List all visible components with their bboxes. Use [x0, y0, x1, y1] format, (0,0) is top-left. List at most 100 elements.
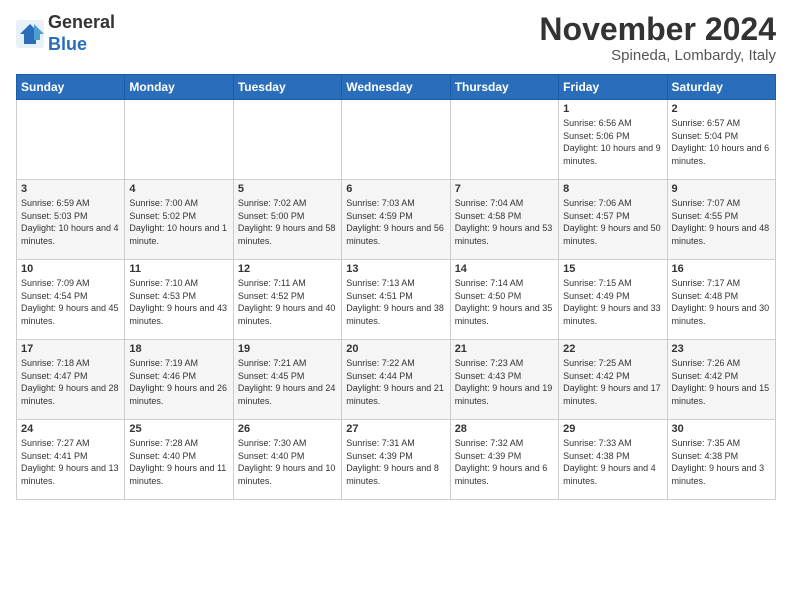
- day-info: Sunrise: 7:10 AM Sunset: 4:53 PM Dayligh…: [129, 277, 228, 327]
- calendar-week-row: 24 Sunrise: 7:27 AM Sunset: 4:41 PM Dayli…: [17, 420, 776, 500]
- weekday-header: Thursday: [450, 75, 558, 100]
- location: Spineda, Lombardy, Italy: [539, 47, 776, 64]
- day-number: 21: [455, 343, 554, 355]
- weekday-header: Monday: [125, 75, 233, 100]
- month-title: November 2024: [539, 12, 776, 47]
- day-number: 3: [21, 183, 120, 195]
- day-info: Sunrise: 7:00 AM Sunset: 5:02 PM Dayligh…: [129, 197, 228, 247]
- day-number: 10: [21, 263, 120, 275]
- day-number: 23: [672, 343, 771, 355]
- calendar-cell: 23 Sunrise: 7:26 AM Sunset: 4:42 PM Dayli…: [667, 340, 775, 420]
- day-info: Sunrise: 7:21 AM Sunset: 4:45 PM Dayligh…: [238, 357, 337, 407]
- day-number: 17: [21, 343, 120, 355]
- calendar-cell: [450, 100, 558, 180]
- calendar-cell: 8 Sunrise: 7:06 AM Sunset: 4:57 PM Daylig…: [559, 180, 667, 260]
- weekday-header: Saturday: [667, 75, 775, 100]
- calendar-week-row: 17 Sunrise: 7:18 AM Sunset: 4:47 PM Dayli…: [17, 340, 776, 420]
- day-info: Sunrise: 7:32 AM Sunset: 4:39 PM Dayligh…: [455, 437, 554, 487]
- day-info: Sunrise: 7:13 AM Sunset: 4:51 PM Dayligh…: [346, 277, 445, 327]
- day-info: Sunrise: 7:22 AM Sunset: 4:44 PM Dayligh…: [346, 357, 445, 407]
- day-info: Sunrise: 7:33 AM Sunset: 4:38 PM Dayligh…: [563, 437, 662, 487]
- calendar-cell: 16Sunrise: 7:17 AM Sunset: 4:48 PM Dayli…: [667, 260, 775, 340]
- weekday-header: Tuesday: [233, 75, 341, 100]
- day-info: Sunrise: 7:30 AM Sunset: 4:40 PM Dayligh…: [238, 437, 337, 487]
- calendar-cell: 14Sunrise: 7:14 AM Sunset: 4:50 PM Dayli…: [450, 260, 558, 340]
- day-number: 8: [563, 183, 662, 195]
- logo-text: General Blue: [48, 12, 115, 55]
- day-info: Sunrise: 7:03 AM Sunset: 4:59 PM Dayligh…: [346, 197, 445, 247]
- day-number: 20: [346, 343, 445, 355]
- day-number: 4: [129, 183, 228, 195]
- calendar-cell: 24 Sunrise: 7:27 AM Sunset: 4:41 PM Dayli…: [17, 420, 125, 500]
- day-number: 5: [238, 183, 337, 195]
- calendar-cell: 7 Sunrise: 7:04 AM Sunset: 4:58 PM Daylig…: [450, 180, 558, 260]
- header: General Blue November 2024 Spineda, Lomb…: [16, 12, 776, 64]
- day-info: Sunrise: 7:11 AM Sunset: 4:52 PM Dayligh…: [238, 277, 337, 327]
- calendar-cell: 21 Sunrise: 7:23 AM Sunset: 4:43 PM Dayli…: [450, 340, 558, 420]
- day-number: 7: [455, 183, 554, 195]
- calendar-week-row: 10 Sunrise: 7:09 AM Sunset: 4:54 PM Dayli…: [17, 260, 776, 340]
- day-info: Sunrise: 7:17 AM Sunset: 4:48 PM Dayligh…: [672, 277, 771, 327]
- calendar-week-row: 1Sunrise: 6:56 AM Sunset: 5:06 PM Daylig…: [17, 100, 776, 180]
- calendar-cell: 25 Sunrise: 7:28 AM Sunset: 4:40 PM Dayli…: [125, 420, 233, 500]
- day-info: Sunrise: 7:27 AM Sunset: 4:41 PM Dayligh…: [21, 437, 120, 487]
- calendar-cell: 22Sunrise: 7:25 AM Sunset: 4:42 PM Dayli…: [559, 340, 667, 420]
- day-info: Sunrise: 7:02 AM Sunset: 5:00 PM Dayligh…: [238, 197, 337, 247]
- day-number: 1: [563, 103, 662, 115]
- day-info: Sunrise: 7:15 AM Sunset: 4:49 PM Dayligh…: [563, 277, 662, 327]
- weekday-header: Friday: [559, 75, 667, 100]
- day-number: 30: [672, 423, 771, 435]
- day-number: 11: [129, 263, 228, 275]
- logo: General Blue: [16, 12, 115, 55]
- day-info: Sunrise: 7:28 AM Sunset: 4:40 PM Dayligh…: [129, 437, 228, 487]
- calendar-cell: [17, 100, 125, 180]
- calendar-cell: 20 Sunrise: 7:22 AM Sunset: 4:44 PM Dayli…: [342, 340, 450, 420]
- logo-icon: [16, 20, 44, 48]
- weekday-header: Sunday: [17, 75, 125, 100]
- calendar-cell: 9Sunrise: 7:07 AM Sunset: 4:55 PM Daylig…: [667, 180, 775, 260]
- day-number: 29: [563, 423, 662, 435]
- day-info: Sunrise: 7:18 AM Sunset: 4:47 PM Dayligh…: [21, 357, 120, 407]
- calendar-cell: 28 Sunrise: 7:32 AM Sunset: 4:39 PM Dayli…: [450, 420, 558, 500]
- day-number: 13: [346, 263, 445, 275]
- page: General Blue November 2024 Spineda, Lomb…: [0, 0, 792, 612]
- calendar-header-row: SundayMondayTuesdayWednesdayThursdayFrid…: [17, 75, 776, 100]
- calendar-cell: [342, 100, 450, 180]
- day-number: 18: [129, 343, 228, 355]
- title-block: November 2024 Spineda, Lombardy, Italy: [539, 12, 776, 64]
- day-number: 2: [672, 103, 771, 115]
- calendar-cell: 29 Sunrise: 7:33 AM Sunset: 4:38 PM Dayli…: [559, 420, 667, 500]
- day-info: Sunrise: 7:06 AM Sunset: 4:57 PM Dayligh…: [563, 197, 662, 247]
- calendar-week-row: 3 Sunrise: 6:59 AM Sunset: 5:03 PM Daylig…: [17, 180, 776, 260]
- calendar-cell: 3 Sunrise: 6:59 AM Sunset: 5:03 PM Daylig…: [17, 180, 125, 260]
- day-info: Sunrise: 7:23 AM Sunset: 4:43 PM Dayligh…: [455, 357, 554, 407]
- day-number: 28: [455, 423, 554, 435]
- day-info: Sunrise: 7:04 AM Sunset: 4:58 PM Dayligh…: [455, 197, 554, 247]
- calendar-cell: 26Sunrise: 7:30 AM Sunset: 4:40 PM Dayli…: [233, 420, 341, 500]
- day-info: Sunrise: 7:19 AM Sunset: 4:46 PM Dayligh…: [129, 357, 228, 407]
- calendar-cell: 10 Sunrise: 7:09 AM Sunset: 4:54 PM Dayli…: [17, 260, 125, 340]
- calendar-cell: 4 Sunrise: 7:00 AM Sunset: 5:02 PM Daylig…: [125, 180, 233, 260]
- day-info: Sunrise: 7:31 AM Sunset: 4:39 PM Dayligh…: [346, 437, 445, 487]
- calendar-cell: 11 Sunrise: 7:10 AM Sunset: 4:53 PM Dayli…: [125, 260, 233, 340]
- day-info: Sunrise: 7:26 AM Sunset: 4:42 PM Dayligh…: [672, 357, 771, 407]
- calendar-cell: 18 Sunrise: 7:19 AM Sunset: 4:46 PM Dayli…: [125, 340, 233, 420]
- day-number: 12: [238, 263, 337, 275]
- day-number: 15: [563, 263, 662, 275]
- day-info: Sunrise: 6:59 AM Sunset: 5:03 PM Dayligh…: [21, 197, 120, 247]
- calendar-cell: 30 Sunrise: 7:35 AM Sunset: 4:38 PM Dayli…: [667, 420, 775, 500]
- calendar-cell: [233, 100, 341, 180]
- calendar-cell: 1Sunrise: 6:56 AM Sunset: 5:06 PM Daylig…: [559, 100, 667, 180]
- calendar-cell: [125, 100, 233, 180]
- day-info: Sunrise: 6:57 AM Sunset: 5:04 PM Dayligh…: [672, 117, 771, 167]
- day-info: Sunrise: 7:25 AM Sunset: 4:42 PM Dayligh…: [563, 357, 662, 407]
- day-number: 24: [21, 423, 120, 435]
- calendar-cell: 6Sunrise: 7:03 AM Sunset: 4:59 PM Daylig…: [342, 180, 450, 260]
- calendar-cell: 17 Sunrise: 7:18 AM Sunset: 4:47 PM Dayli…: [17, 340, 125, 420]
- day-info: Sunrise: 7:14 AM Sunset: 4:50 PM Dayligh…: [455, 277, 554, 327]
- calendar-cell: 27Sunrise: 7:31 AM Sunset: 4:39 PM Dayli…: [342, 420, 450, 500]
- day-info: Sunrise: 7:35 AM Sunset: 4:38 PM Dayligh…: [672, 437, 771, 487]
- day-info: Sunrise: 7:09 AM Sunset: 4:54 PM Dayligh…: [21, 277, 120, 327]
- day-number: 25: [129, 423, 228, 435]
- day-number: 9: [672, 183, 771, 195]
